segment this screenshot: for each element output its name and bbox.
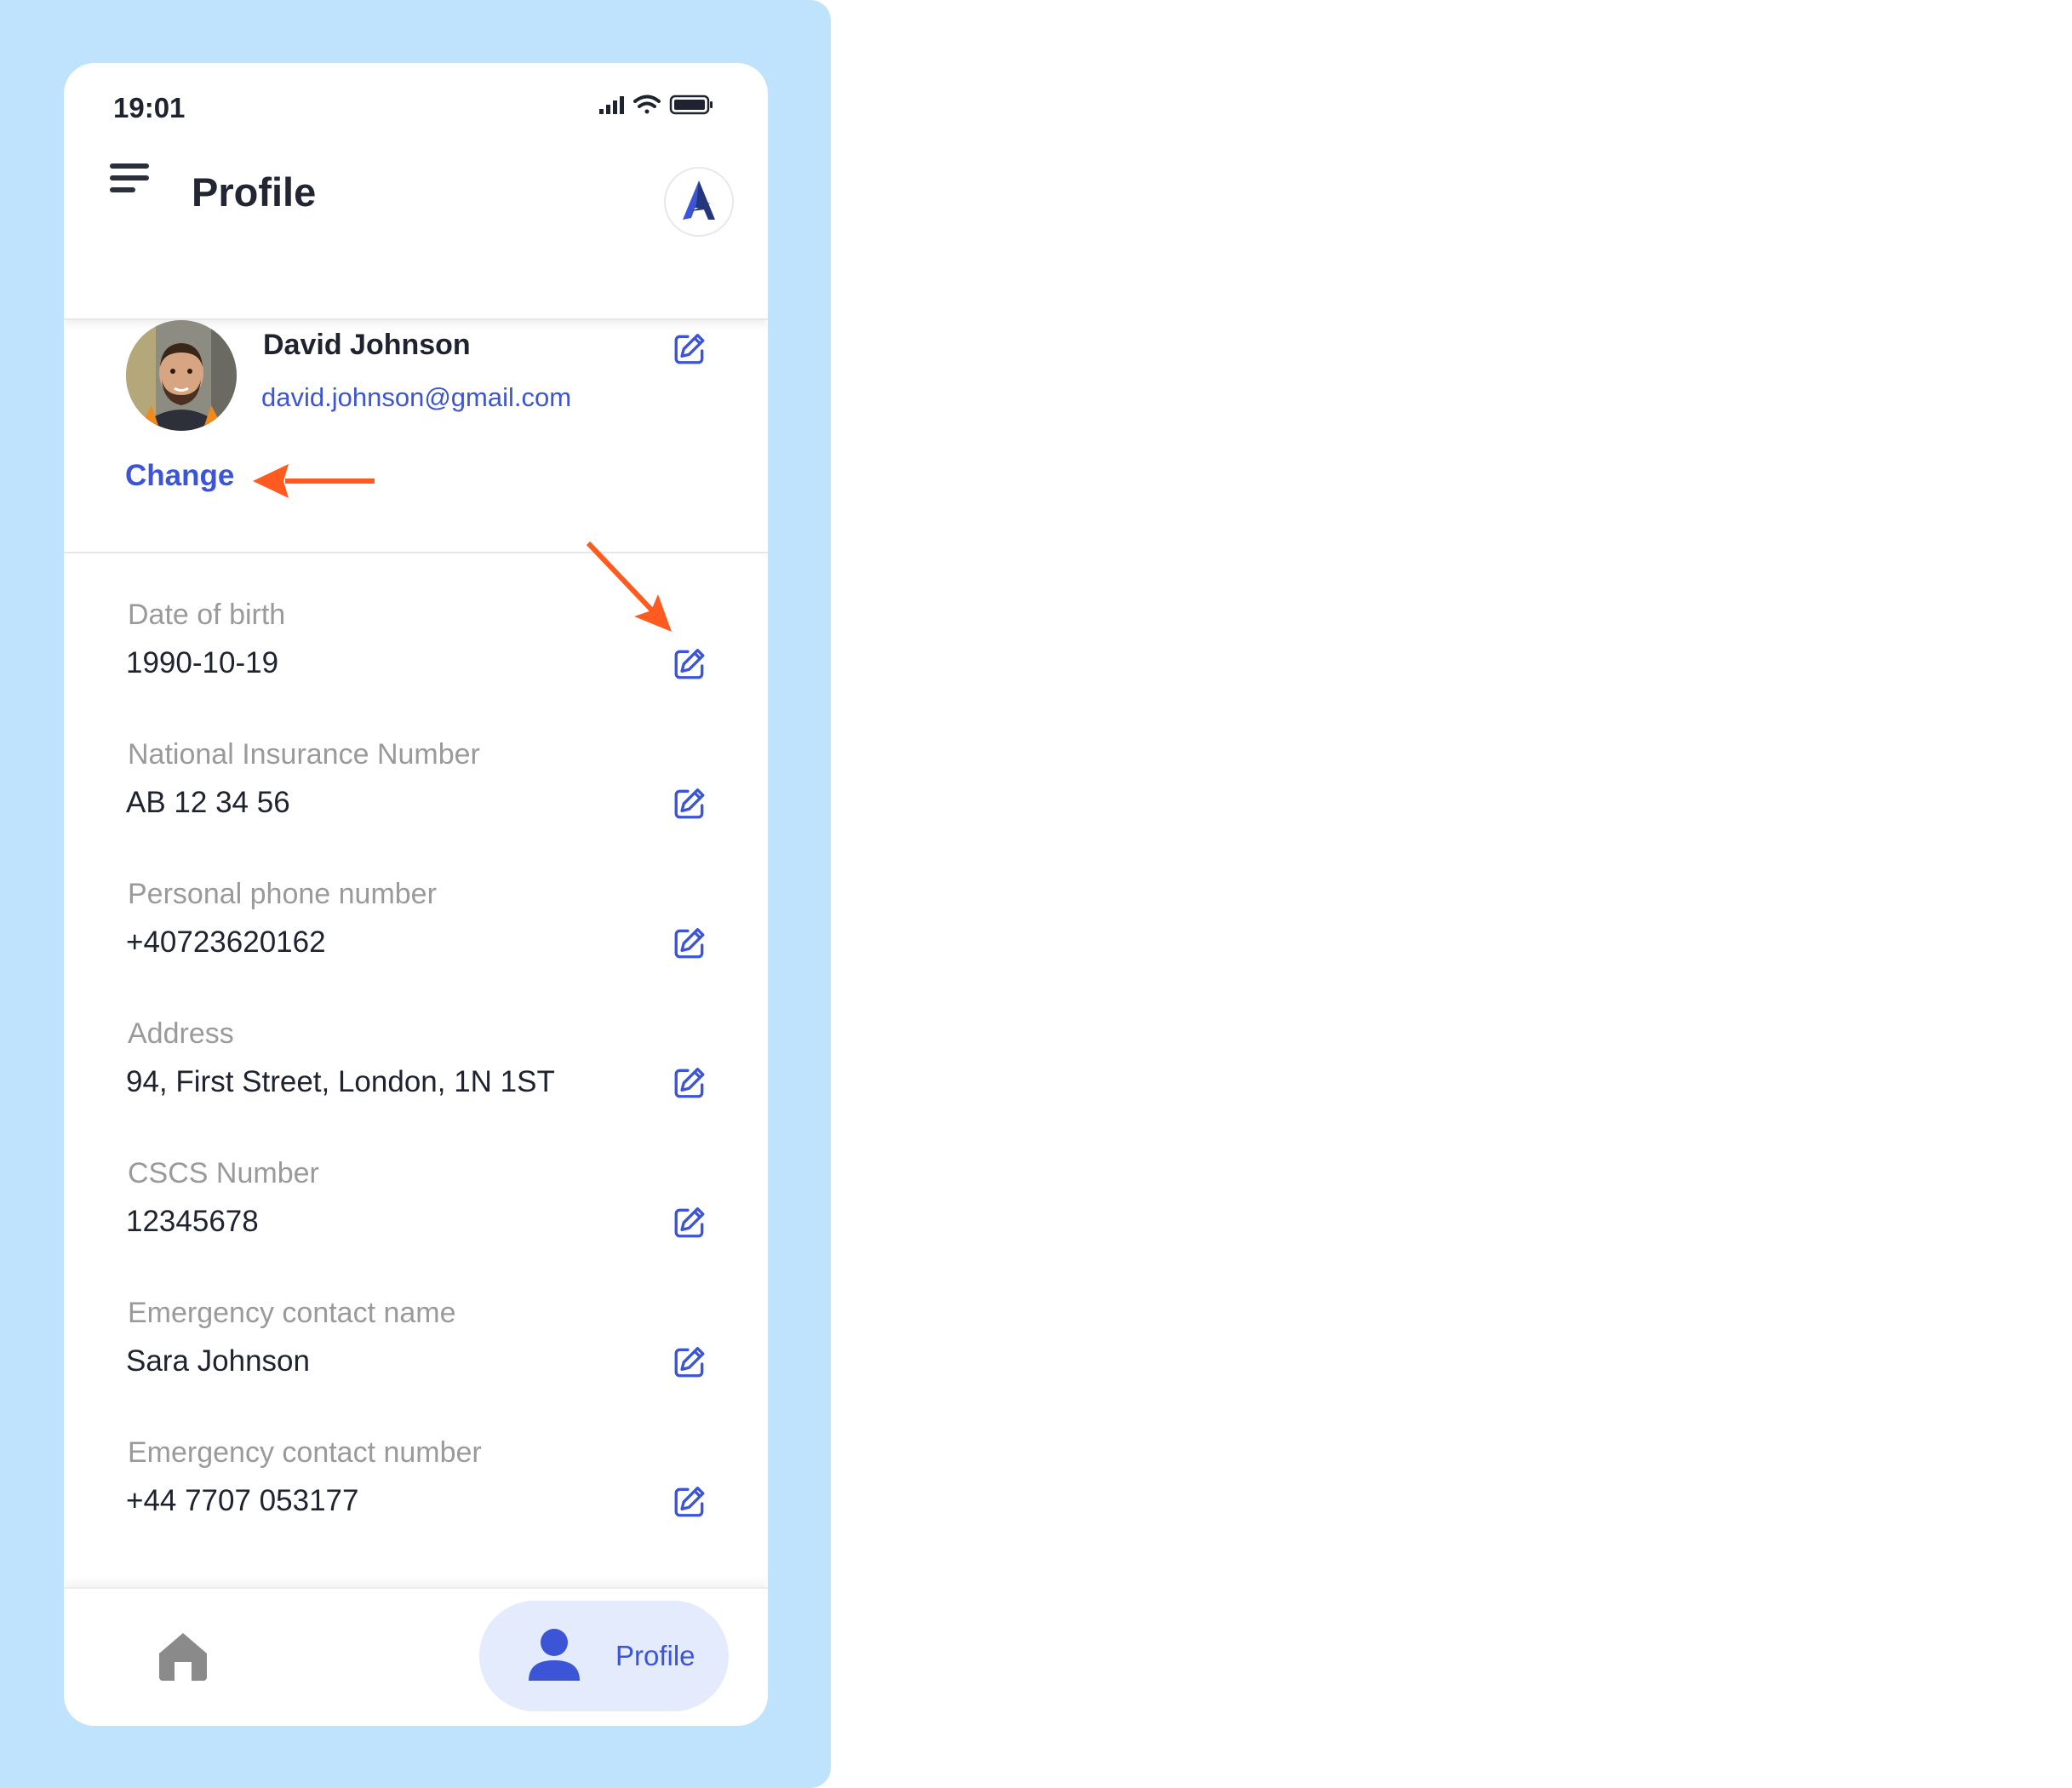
field-value-cscs-number: 12345678 — [126, 1205, 259, 1238]
field-label-address: Address — [128, 1017, 234, 1050]
annotation-arrow-change — [253, 464, 375, 498]
nav-profile-tab[interactable]: Profile — [479, 1601, 729, 1711]
nav-profile-label: Profile — [615, 1640, 695, 1671]
field-label-personal-phone: Personal phone number — [128, 878, 437, 910]
change-photo-link[interactable]: Change — [125, 459, 234, 493]
edit-date-of-birth-icon[interactable] — [672, 646, 707, 682]
edit-personal-phone-icon[interactable] — [672, 926, 707, 961]
field-label-national-insurance: National Insurance Number — [128, 738, 480, 771]
user-name: David Johnson — [263, 329, 471, 361]
home-icon[interactable] — [156, 1628, 210, 1687]
status-icons — [599, 92, 718, 122]
field-value-personal-phone: +40723620162 — [126, 926, 326, 959]
field-value-address: 94, First Street, London, 1N 1ST — [126, 1065, 555, 1098]
edit-address-icon[interactable] — [672, 1065, 707, 1101]
app-header — [64, 148, 768, 320]
field-value-national-insurance: AB 12 34 56 — [126, 786, 290, 819]
edit-national-insurance-icon[interactable] — [672, 786, 707, 822]
edit-profile-icon[interactable] — [672, 331, 707, 367]
battery-icon — [669, 95, 713, 115]
app-logo-icon[interactable] — [664, 167, 734, 237]
edit-emergency-number-icon[interactable] — [672, 1484, 707, 1520]
page-title: Profile — [192, 169, 317, 215]
phone-screen: 19:01 Profile David Johnson david.johnso… — [64, 63, 768, 1726]
edit-cscs-number-icon[interactable] — [672, 1205, 707, 1241]
field-value-emergency-number: +44 7707 053177 — [126, 1484, 359, 1517]
field-label-emergency-name: Emergency contact name — [128, 1297, 456, 1329]
status-time: 19:01 — [113, 92, 186, 123]
wifi-icon — [633, 95, 661, 114]
user-icon — [529, 1629, 580, 1681]
field-label-cscs-number: CSCS Number — [128, 1157, 319, 1189]
field-label-emergency-number: Emergency contact number — [128, 1436, 482, 1469]
field-value-emergency-name: Sara Johnson — [126, 1344, 310, 1378]
edit-emergency-name-icon[interactable] — [672, 1344, 707, 1380]
signal-icon — [599, 96, 624, 114]
avatar — [126, 320, 237, 431]
annotation-arrow-edit — [586, 541, 672, 632]
user-email: david.johnson@gmail.com — [261, 382, 572, 412]
hamburger-menu-icon[interactable] — [108, 158, 151, 205]
field-label-date-of-birth: Date of birth — [128, 599, 286, 631]
field-value-date-of-birth: 1990-10-19 — [126, 646, 279, 679]
